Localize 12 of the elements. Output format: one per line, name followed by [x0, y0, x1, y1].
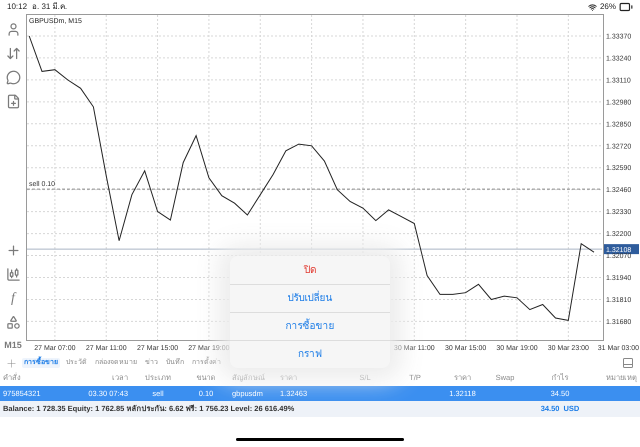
battery-percent: 26% [600, 1, 616, 13]
battery-icon [619, 0, 633, 14]
clock: 10:12 [7, 1, 28, 13]
menu-item[interactable]: กราฟ [230, 340, 390, 368]
toolbar-text-button[interactable]: f [11, 288, 15, 308]
toolbar-text-button[interactable]: M15 [4, 336, 22, 356]
wifi-icon [588, 2, 597, 12]
menu-item[interactable]: ปิด [230, 256, 390, 284]
menu-item[interactable]: การซื้อขาย [230, 312, 390, 340]
menu-item[interactable]: ปรับเปลี่ยน [230, 284, 390, 312]
date: อ. 31 มี.ค. [32, 1, 68, 13]
layout-icon[interactable] [622, 357, 634, 369]
